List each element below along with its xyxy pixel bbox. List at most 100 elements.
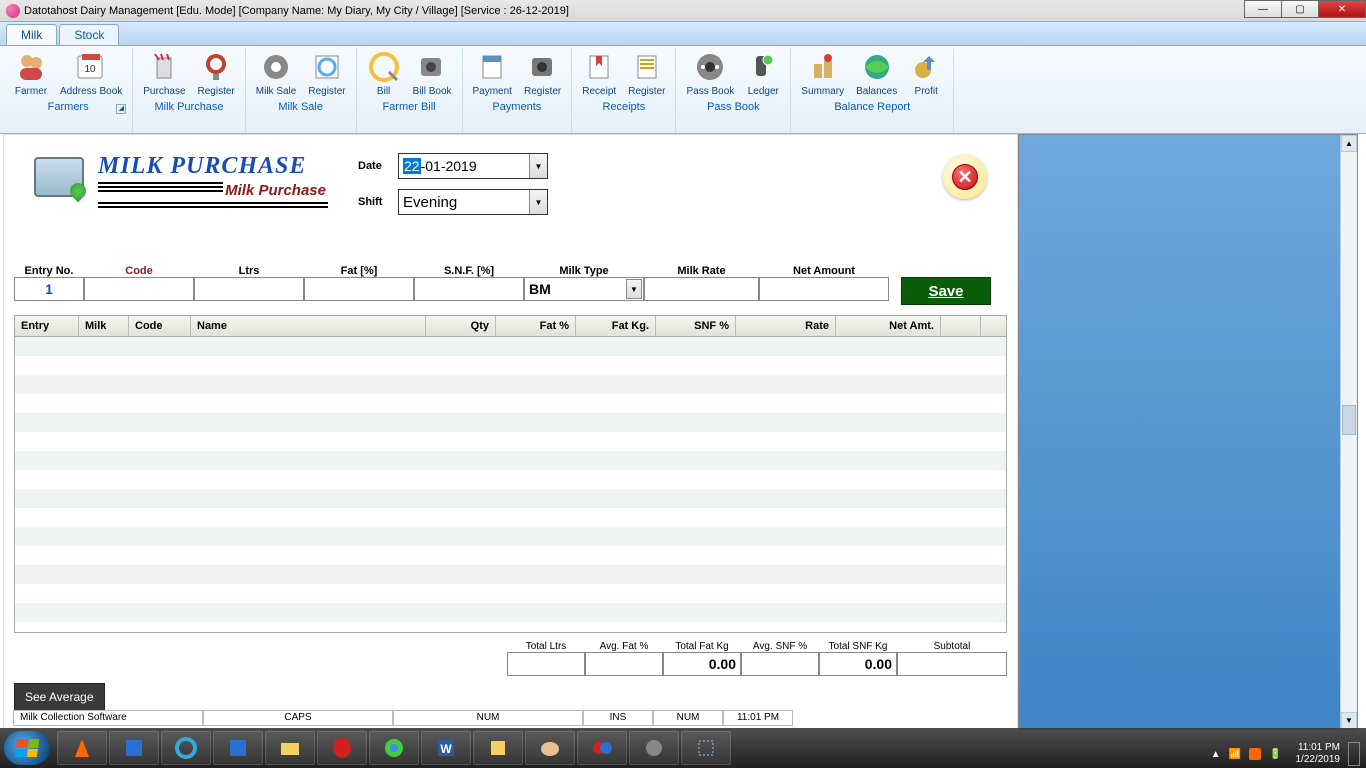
col-code[interactable]: Code [129,316,191,336]
col-rate[interactable]: Rate [736,316,836,336]
col-milk[interactable]: Milk [79,316,129,336]
label-milk-rate: Milk Rate [644,265,759,277]
scroll-thumb[interactable] [1342,405,1356,435]
milk-rate-input[interactable] [644,277,759,301]
tray-up-icon[interactable]: ▲ [1211,749,1221,760]
net-amount-input[interactable] [759,277,889,301]
save-button[interactable]: Save [901,277,991,305]
snf-input[interactable] [414,277,524,301]
taskbar-explorer-icon[interactable] [265,731,315,765]
app-tabbar: Milk Stock [0,22,1366,46]
taskbar-paint-icon[interactable] [525,731,575,765]
taskbar-chrome-icon[interactable] [369,731,419,765]
total-ltrs-value [507,652,585,676]
tray-wifi-icon[interactable]: 📶 [1229,749,1241,760]
taskbar-opera-icon[interactable] [317,731,367,765]
fat-input[interactable] [304,277,414,301]
ledger-button[interactable]: Ledger [740,48,786,99]
taskbar-app2-icon[interactable] [213,731,263,765]
window-title: Datotahost Dairy Management [Edu. Mode] … [24,5,569,17]
ltrs-input[interactable] [194,277,304,301]
tray-flag-icon[interactable] [1249,748,1261,760]
taskbar-vlc-icon[interactable] [57,731,107,765]
close-window-button[interactable]: ✕ [1318,0,1366,18]
passbook-button[interactable]: Pass Book [680,48,740,99]
subtotal-value [897,652,1007,676]
sale-register-button[interactable]: Register [302,48,351,99]
status-ins: INS [583,710,653,726]
tray-battery-icon[interactable]: 🔋 [1269,749,1281,760]
date-input[interactable]: 22-01-2019 ▼ [398,153,548,179]
avg-snf-value [741,652,819,676]
taskbar-app1-icon[interactable] [109,731,159,765]
avg-fat-value [585,652,663,676]
vertical-scrollbar[interactable]: ▲ ▼ [1340,135,1357,729]
taskbar-app5-icon[interactable] [681,731,731,765]
tab-stock[interactable]: Stock [59,24,119,45]
scroll-up-icon[interactable]: ▲ [1341,135,1357,152]
label-avg-fat: Avg. Fat % [585,641,663,652]
date-dropdown-icon[interactable]: ▼ [529,154,547,178]
maximize-button[interactable]: ▢ [1281,0,1319,18]
col-name[interactable]: Name [191,316,426,336]
tray-clock[interactable]: 11:01 PM1/22/2019 [1296,742,1341,766]
taskbar-app4-icon[interactable] [629,731,679,765]
milk-sale-button[interactable]: Milk Sale [250,48,303,99]
shift-label: Shift [358,196,398,208]
group-label-passbook: Pass Book [680,99,786,116]
start-button[interactable] [4,731,50,765]
ribbon-group-farmer-bill: Bill Bill Book Farmer Bill [357,48,463,133]
taskbar-ie-icon[interactable] [161,731,211,765]
label-total-fatkg: Total Fat Kg [663,641,741,652]
group-label-milk-purchase: Milk Purchase [137,99,241,116]
taskbar-app3-icon[interactable] [577,731,627,765]
taskbar-notes-icon[interactable] [473,731,523,765]
col-fatkg[interactable]: Fat Kg. [576,316,656,336]
col-snf[interactable]: SNF % [656,316,736,336]
label-code: Code [84,265,194,277]
summary-button[interactable]: Summary [795,48,850,99]
side-panel: ▲ ▼ [1018,134,1358,730]
ribbon-group-balance-report: Summary Balances Profit Balance Report [791,48,954,133]
balances-button[interactable]: Balances [850,48,903,99]
col-entry[interactable]: Entry [15,316,79,336]
see-average-button[interactable]: See Average [14,683,105,711]
col-fat[interactable]: Fat % [496,316,576,336]
receipt-button[interactable]: Receipt [576,48,622,99]
col-net[interactable]: Net Amt. [836,316,941,336]
shift-select[interactable]: Evening ▼ [398,189,548,215]
label-snf: S.N.F. [%] [414,265,524,277]
group-label-receipts: Receipts [576,99,671,116]
purchase-register-button[interactable]: Register [192,48,241,99]
payment-button[interactable]: Payment [467,48,518,99]
status-num2: NUM [653,710,723,726]
code-input[interactable] [84,277,194,301]
taskbar-word-icon[interactable]: W [421,731,471,765]
milktype-dropdown-icon[interactable]: ▼ [626,279,642,299]
show-desktop-button[interactable] [1348,742,1360,766]
shift-dropdown-icon[interactable]: ▼ [529,190,547,214]
panel-icon [34,157,84,197]
windows-taskbar: W ▲ 📶 🔋 11:01 PM1/22/2019 [0,728,1366,768]
bill-book-button[interactable]: Bill Book [407,48,458,99]
payment-register-button[interactable]: Register [518,48,567,99]
close-panel-button[interactable]: ✕ [943,155,987,199]
col-qty[interactable]: Qty [426,316,496,336]
expand-farmers-icon[interactable]: ◢ [116,104,126,114]
total-snfkg-value: 0.00 [819,652,897,676]
purchase-button[interactable]: Purchase [137,48,191,99]
entry-no-input[interactable]: 1 [14,277,84,301]
tab-milk[interactable]: Milk [6,24,57,45]
milk-purchase-panel: MILK PURCHASE Milk Purchase Date 22-01-2… [3,134,1018,730]
bill-button[interactable]: Bill [361,48,407,99]
farmer-button[interactable]: Farmer [8,48,54,99]
address-book-button[interactable]: 10Address Book [54,48,128,99]
grid-body[interactable] [15,337,1006,632]
milk-type-select[interactable]: BM▼ [524,277,644,301]
status-app: Milk Collection Software [13,710,203,726]
ribbon-group-farmers: Farmer 10Address Book Farmers◢ [4,48,133,133]
receipt-register-button[interactable]: Register [622,48,671,99]
label-net-amount: Net Amount [759,265,889,277]
profit-button[interactable]: Profit [903,48,949,99]
minimize-button[interactable]: — [1244,0,1282,18]
